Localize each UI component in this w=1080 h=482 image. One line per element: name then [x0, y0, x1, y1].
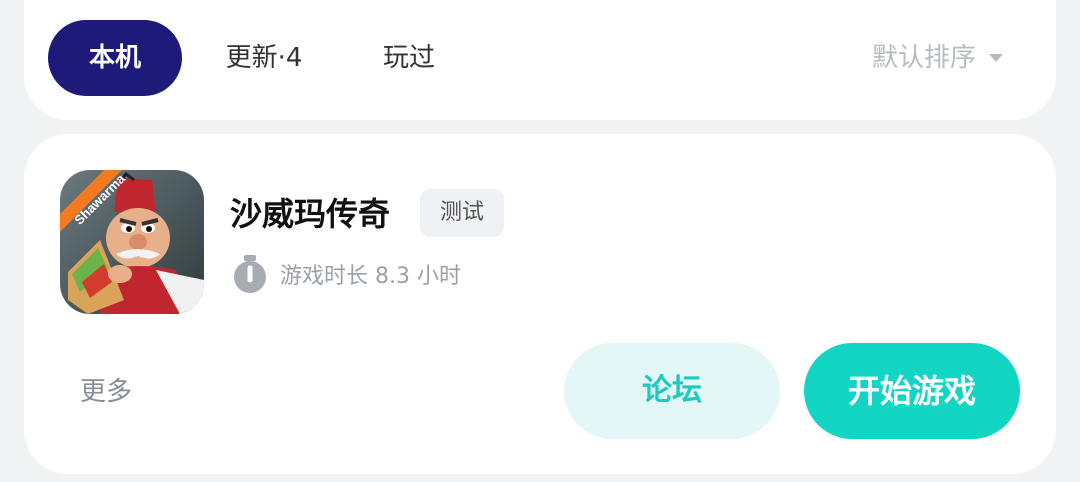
tab-updates[interactable]: 更新·4 — [216, 20, 312, 96]
stopwatch-icon — [234, 255, 266, 293]
start-game-button[interactable]: 开始游戏 — [804, 343, 1020, 439]
tab-played[interactable]: 玩过 — [376, 20, 442, 96]
tab-bar: 本机 更新·4 玩过 默认排序 — [24, 0, 1056, 120]
playtime-text: 游戏时长 8.3 小时 — [280, 264, 461, 289]
playtime-row: 游戏时长 8.3 小时 — [232, 254, 461, 294]
more-button[interactable]: 更多 — [80, 370, 132, 414]
caret-down-icon — [989, 54, 1003, 62]
sort-label: 默认排序 — [871, 43, 976, 73]
test-badge: 测试 — [420, 189, 504, 237]
forum-button[interactable]: 论坛 — [564, 343, 780, 439]
game-title[interactable]: 沙威玛传奇 — [230, 190, 390, 238]
game-icon[interactable]: Shawarma — [60, 170, 204, 314]
sort-dropdown[interactable]: 默认排序 — [872, 20, 1004, 96]
game-card: Shawarma 沙威玛传奇 测试 游戏时长 8.3 小时 更多 论坛 开始游戏 — [24, 134, 1056, 474]
tab-local[interactable]: 本机 — [48, 20, 182, 96]
